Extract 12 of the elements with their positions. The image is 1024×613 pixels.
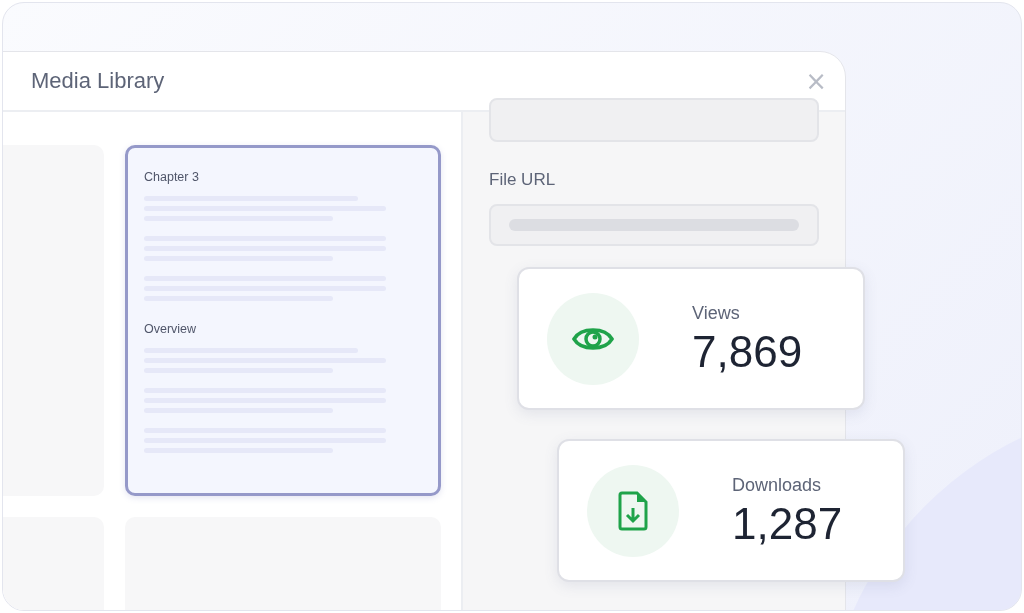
stat-label: Views bbox=[692, 303, 741, 324]
file-download-icon bbox=[618, 490, 648, 531]
stat-label: Downloads bbox=[732, 475, 823, 496]
url-field[interactable] bbox=[489, 204, 819, 246]
url-field[interactable] bbox=[489, 98, 819, 142]
field-label: File URL bbox=[489, 170, 557, 190]
document-heading: Overview bbox=[144, 322, 198, 336]
document-heading: Chapter 3 bbox=[144, 170, 200, 184]
window-title: Media Library bbox=[31, 68, 165, 94]
document-card[interactable]: Chapter 3 Overview bbox=[125, 145, 441, 496]
stat-value: 7,869 bbox=[692, 330, 803, 374]
stat-value: 1,287 bbox=[732, 502, 843, 546]
